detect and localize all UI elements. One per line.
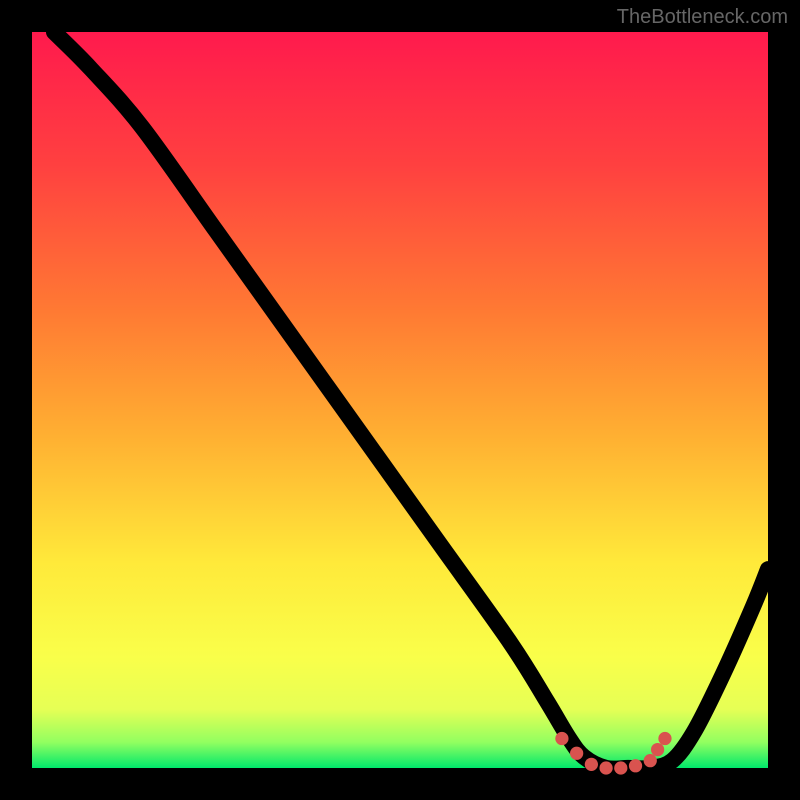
- plateau-marker: [570, 747, 583, 760]
- plateau-marker: [555, 732, 568, 745]
- plateau-marker: [651, 743, 664, 756]
- chart-svg: [32, 32, 768, 768]
- bottleneck-curve: [54, 32, 768, 769]
- watermark-text: TheBottleneck.com: [617, 6, 788, 29]
- plateau-marker: [614, 761, 627, 774]
- plot-area: [32, 32, 768, 768]
- plateau-marker: [599, 761, 612, 774]
- plateau-marker: [658, 732, 671, 745]
- plateau-marker: [644, 754, 657, 767]
- plateau-marker: [629, 759, 642, 772]
- plateau-marker: [585, 758, 598, 771]
